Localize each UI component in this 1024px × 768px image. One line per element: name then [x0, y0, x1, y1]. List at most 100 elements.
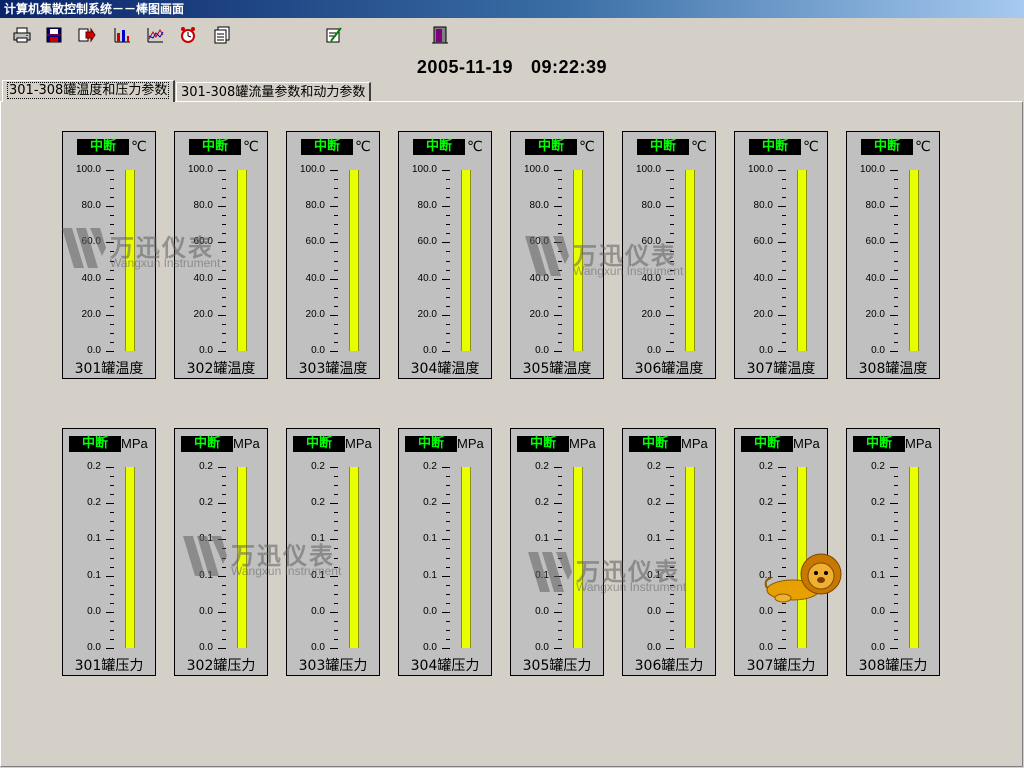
tab-strip: 301-308罐温度和压力参数 301-308罐流量参数和动力参数 [0, 80, 1024, 102]
lion-mascot-icon[interactable] [763, 550, 845, 604]
gauge-tick-mark [782, 251, 786, 252]
tab-flow-power[interactable]: 301-308罐流量参数和动力参数 [176, 82, 372, 102]
gauge-tick-mark [110, 288, 114, 289]
gauge-unit-label: ℃ [691, 139, 707, 155]
gauge-unit-label: ℃ [803, 139, 819, 155]
gauge-status-readout: 中断 [749, 139, 801, 155]
gauge-tick-mark [894, 297, 898, 298]
gauge-tick-mark [558, 558, 562, 559]
gauge-tick-label: 0.1 [87, 533, 101, 545]
gauge-tick-mark [890, 576, 898, 577]
gauge-tick-mark [894, 567, 898, 568]
gauge-tick-mark [778, 242, 786, 243]
gauge-level-bar [909, 170, 919, 351]
gauge-tick-mark [890, 503, 898, 504]
alarm-clock-icon[interactable] [176, 23, 200, 47]
bar-chart-icon[interactable] [110, 23, 134, 47]
gauge-tick-mark [334, 512, 338, 513]
gauge-tick-mark [778, 315, 786, 316]
gauge-level-bar [573, 467, 583, 648]
gauge-tick-label: 80.0 [865, 200, 885, 212]
gauge-tick-mark [218, 576, 226, 577]
gauge-tick-label: 0.1 [423, 569, 437, 581]
gauge-tick-mark [110, 630, 114, 631]
gauge-tick-mark [894, 494, 898, 495]
gauge-tick-label: 40.0 [865, 272, 885, 284]
gauge-tick-label: 60.0 [81, 236, 101, 248]
gauge-tick-mark [782, 297, 786, 298]
gauge-tick-mark [222, 639, 226, 640]
gauge-tick-mark [218, 242, 226, 243]
gauge-tick-mark [222, 197, 226, 198]
gauge-tick-mark [890, 242, 898, 243]
gauge-tick-mark [558, 594, 562, 595]
gauge-unit-label: ℃ [131, 139, 147, 155]
gauge-tick-label: 0.0 [311, 642, 325, 653]
gauge-tick-mark [894, 585, 898, 586]
gauge-tick-mark [890, 279, 898, 280]
temperature-gauge-4: 中断 ℃ 100.0 80.0 60.0 40.0 20.0 0.0 304罐温度 [398, 131, 492, 379]
edit-icon[interactable] [322, 23, 346, 47]
gauge-tick-mark [222, 558, 226, 559]
gauge-tick-mark [446, 342, 450, 343]
gauge-tick-mark [894, 324, 898, 325]
gauge-tick-mark [218, 648, 226, 649]
gauge-tick-mark [782, 288, 786, 289]
temperature-gauge-8: 中断 ℃ 100.0 80.0 60.0 40.0 20.0 0.0 308罐温度 [846, 131, 940, 379]
gauge-tick-label: 60.0 [865, 236, 885, 248]
gauge-tick-mark [446, 621, 450, 622]
gauge-tick-mark [670, 215, 674, 216]
gauge-tick-label: 0.0 [647, 642, 661, 653]
gauge-tick-mark [334, 324, 338, 325]
gauge-level-bar [685, 170, 695, 351]
gauge-tick-mark [554, 170, 562, 171]
gauge-tick-mark [222, 333, 226, 334]
gauge-tick-mark [890, 648, 898, 649]
gauge-tick-labels: 100.0 80.0 60.0 40.0 20.0 0.0 [847, 165, 885, 356]
gauge-tick-mark [670, 512, 674, 513]
gauge-tick-mark [670, 324, 674, 325]
pressure-gauge-8: 中断 MPa 0.2 0.2 0.1 0.1 0.0 0.0 308罐压力 [846, 428, 940, 676]
save-icon[interactable] [42, 23, 66, 47]
datetime-display: 2005-11-19 09:22:39 [0, 57, 1024, 78]
gauge-tick-mark [218, 539, 226, 540]
gauge-tick-label: 100.0 [75, 164, 101, 175]
gauge-tick-label: 20.0 [641, 308, 661, 320]
export-icon[interactable] [75, 23, 99, 47]
tab-temperature-pressure[interactable]: 301-308罐温度和压力参数 [2, 80, 176, 102]
gauge-tick-mark [330, 279, 338, 280]
gauge-tick-mark [446, 333, 450, 334]
gauge-tick-mark [558, 512, 562, 513]
gauge-tick-mark [554, 279, 562, 280]
gauge-tick-mark [334, 594, 338, 595]
print-icon[interactable] [10, 23, 34, 47]
gauge-tick-label: 0.0 [535, 605, 549, 617]
trend-chart-icon[interactable] [143, 23, 167, 47]
gauge-tick-mark [558, 567, 562, 568]
gauge-tick-mark [778, 467, 786, 468]
gauge-tick-mark [110, 333, 114, 334]
gauge-tick-label: 80.0 [641, 200, 661, 212]
gauge-name-label: 305罐温度 [522, 361, 592, 377]
gauge-tick-mark [110, 215, 114, 216]
gauge-tick-mark [558, 476, 562, 477]
gauge-tick-label: 0.1 [871, 569, 885, 581]
gauge-tick-mark [894, 288, 898, 289]
gauge-tick-mark [446, 270, 450, 271]
gauge-status-readout: 中断 [405, 436, 457, 452]
gauge-tick-mark [670, 639, 674, 640]
gauge-tick-label: 0.2 [871, 497, 885, 509]
gauge-tick-mark [110, 342, 114, 343]
gauge-tick-label: 0.0 [311, 345, 325, 356]
gauge-tick-mark [442, 576, 450, 577]
gauge-tick-mark [446, 512, 450, 513]
gauge-tick-mark [666, 612, 674, 613]
exit-door-icon[interactable] [428, 23, 452, 47]
report-icon[interactable] [210, 23, 234, 47]
gauge-tick-mark [558, 251, 562, 252]
gauge-tick-mark [558, 179, 562, 180]
gauge-tick-mark [222, 530, 226, 531]
gauge-tick-label: 0.0 [759, 642, 773, 653]
gauge-tick-labels: 0.2 0.2 0.1 0.1 0.0 0.0 [623, 462, 661, 653]
gauge-tick-mark [446, 603, 450, 604]
